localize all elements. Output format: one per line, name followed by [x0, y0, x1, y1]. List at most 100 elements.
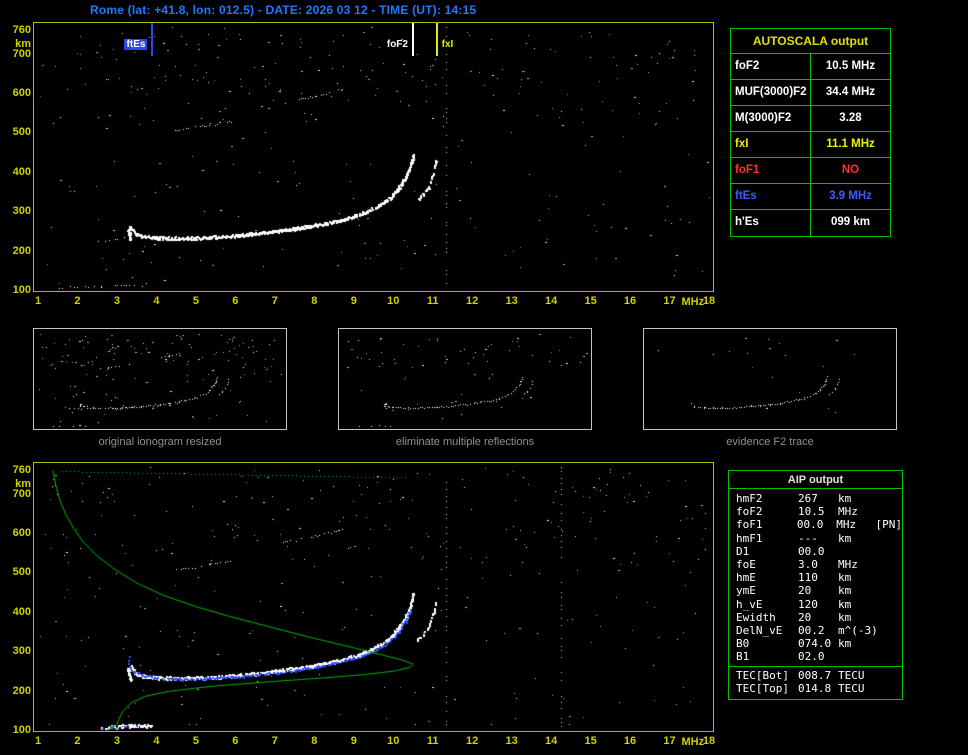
aip-param-unit: km: [838, 597, 852, 611]
x-tick-label: 13: [505, 295, 518, 307]
x-tick-label: 4: [153, 735, 160, 747]
aip-row-Ewidth: Ewidth 20 km: [729, 611, 902, 624]
y-tick-label: 300: [12, 205, 31, 218]
x-tick-label: 16: [623, 295, 637, 307]
aip-param-extra: [PN]: [875, 518, 903, 532]
y-tick-label: 200: [12, 244, 31, 257]
aip-output-table: AIP output hmF2 267 km foF2 10.5 MHz foF1 00.0 M…: [728, 470, 903, 701]
aip-row-foF2: foF2 10.5 MHz: [729, 505, 902, 518]
x-tick-label: 1: [34, 735, 42, 747]
autoscala-param-value: 099 km: [830, 216, 870, 228]
aip-row-ymE: ymE 20 km: [729, 584, 902, 597]
y-tick-label: 500: [12, 566, 31, 579]
x-tick-label: 17: [663, 735, 676, 747]
marker-label-fxI: fxI: [441, 39, 454, 50]
aip-param-value: 10.5: [798, 505, 825, 519]
y-tick-label: 400: [12, 165, 31, 178]
autoscala-param-label: foF1: [731, 158, 811, 183]
aip-param-extra: [878, 611, 902, 624]
aip-param-unit: [838, 545, 878, 558]
aip-param-extra: [878, 669, 902, 682]
aip-param-name: Ewidth: [736, 610, 776, 624]
x-tick-label: 14: [544, 295, 558, 307]
aip-param-value: 00.2: [798, 624, 825, 638]
aip-param-unit: km: [838, 571, 852, 585]
thumbnail-caption-no-multiples: eliminate multiple reflections: [395, 436, 535, 448]
aip-separator: [729, 665, 902, 667]
thumbnail-original-ionogram: [33, 328, 287, 430]
autoscala-param-label: M(3000)F2: [731, 106, 811, 131]
x-tick-label: 8: [311, 295, 318, 307]
aip-param-value: 00.0: [796, 518, 824, 532]
aip-param-name: B1: [736, 650, 750, 664]
aip-row-TEC[Top]: TEC[Top] 014.8 TECU: [729, 682, 902, 695]
aip-param-extra: [878, 637, 902, 650]
aip-table-rows: hmF2 267 km foF2 10.5 MHz foF1 00.0 MHz [PN] hmF1 -…: [729, 492, 902, 695]
x-tick-label: 9: [350, 295, 357, 307]
aip-row-hmF2: hmF2 267 km: [729, 492, 902, 505]
aip-param-unit: km: [838, 492, 852, 505]
aip-row-TEC[Bot]: TEC[Bot] 008.7 TECU: [729, 669, 902, 682]
aip-param-value: 008.7: [798, 668, 832, 682]
station-date-time-title: Rome (lat: +41.8, lon: 012.5) - DATE: 20…: [90, 3, 477, 17]
ionogram-plot-bottom: 760 700 600 500 400 300 200 100 km 1 2 3 4 5 6 7 8 9 10 11 1…: [13, 462, 715, 748]
autoscala-param-value: 10.5 MHz: [825, 60, 876, 72]
x-tick-label: 11: [426, 735, 439, 747]
autoscala-table-rows: foF2 10.5 MHz MUF(3000)F2 34.4 MHz M(3000)F2…: [731, 54, 890, 236]
thumbnail-caption-f2-trace: evidence F2 trace: [726, 436, 814, 448]
aip-param-value: 02.0: [798, 650, 825, 664]
marker-line-ftEs: [151, 23, 154, 56]
aip-param-value: 3.0: [798, 558, 818, 572]
autoscala-param-value: 3.28: [839, 112, 862, 124]
aip-param-name: foF1: [736, 518, 763, 532]
x-tick-label: 12: [466, 295, 479, 307]
x-tick-label: 3: [113, 735, 120, 747]
aip-param-value: 014.8: [798, 681, 832, 695]
autoscala-param-label: MUF(3000)F2: [731, 80, 811, 105]
aip-row-D1: D1 00.0: [729, 545, 902, 558]
aip-row-hmF1: hmF1 --- km: [729, 532, 902, 545]
aip-param-extra: [878, 545, 902, 558]
y-tick-label: 760: [12, 464, 31, 476]
aip-param-extra: [878, 492, 902, 505]
aip-param-unit: [838, 650, 878, 663]
y-tick-label: 200: [12, 684, 31, 697]
x-tick-label: 17: [663, 295, 676, 307]
aip-param-value: ---: [798, 531, 818, 545]
x-tick-label: 13: [505, 735, 518, 747]
y-tick-label: 760: [12, 24, 31, 36]
thumbnail-caption-original: original ionogram resized: [98, 436, 222, 448]
aip-row-h_vE: h_vE 120 km: [729, 598, 902, 611]
aip-param-name: DelN_vE: [736, 624, 783, 638]
aip-param-extra: [878, 571, 902, 584]
thumbnail-canvas-f2-trace: [644, 329, 896, 429]
x-tick-label: 8: [311, 735, 318, 747]
aip-row-B1: B1 02.0: [729, 650, 902, 663]
aip-param-unit: TECU: [838, 668, 865, 682]
thumbnail-canvas-original: [34, 329, 286, 429]
x-tick-label: 2: [74, 295, 81, 307]
autoscala-row-M(3000)F2: M(3000)F2 3.28: [731, 106, 890, 132]
aip-param-extra: [878, 650, 902, 663]
x-tick-label: 9: [350, 735, 357, 747]
y-tick-label: 500: [12, 126, 31, 139]
x-tick-label: 5: [192, 295, 199, 307]
aip-param-name: h_vE: [736, 597, 763, 611]
autoscala-param-value: NO: [841, 164, 860, 176]
x-tick-label: 10: [387, 295, 400, 307]
autoscala-param-label: ftEs: [731, 184, 811, 209]
aip-param-extra: [878, 598, 902, 611]
aip-param-extra: [878, 624, 902, 637]
autoscala-table-title: AUTOSCALA output: [731, 29, 890, 54]
autoscala-output-table: AUTOSCALA output foF2 10.5 MHz MUF(3000)F2…: [730, 28, 891, 237]
aip-param-name: ymE: [736, 584, 756, 598]
marker-label-ftEs: ftEs: [124, 39, 148, 50]
aip-param-unit: m^(-3): [838, 624, 878, 638]
y-tick-label: 100: [12, 284, 31, 296]
aip-param-unit: MHz: [838, 558, 858, 572]
aip-param-unit: MHz: [838, 505, 858, 519]
x-tick-label: 3: [113, 295, 120, 307]
marker-line-fxI: [435, 23, 438, 56]
autoscala-param-value: 34.4 MHz: [825, 86, 876, 98]
autoscala-param-value: 11.1 MHz: [826, 138, 875, 150]
